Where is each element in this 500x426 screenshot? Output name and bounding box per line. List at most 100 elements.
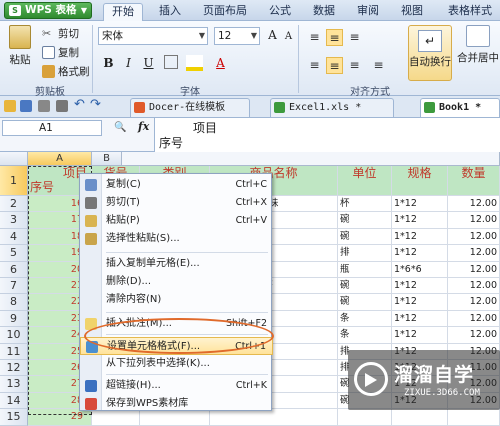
header-cell-quantity[interactable]: 数量 — [448, 166, 500, 196]
menu-item-8[interactable]: 插入批注(M)... Shift+F2 — [80, 315, 273, 333]
cell-quantity[interactable]: 12.00 — [448, 228, 500, 246]
name-box[interactable]: A1 — [2, 120, 102, 136]
cell-unit[interactable]: 碗 — [338, 228, 392, 246]
open-folder-icon[interactable] — [4, 100, 16, 112]
cell-spec[interactable]: 1*12 — [392, 310, 448, 328]
cell-quantity[interactable] — [448, 409, 500, 426]
tab-docer-templates[interactable]: Docer-在线模板 — [130, 98, 250, 117]
row-header[interactable]: 12 — [0, 360, 28, 377]
column-header-b[interactable]: B — [92, 152, 122, 166]
format-painter-button[interactable]: 格式刷 — [42, 64, 90, 79]
app-menu-button[interactable]: S WPS 表格 ▼ — [4, 2, 92, 19]
menu-item-9[interactable]: 设置单元格格式(F)... Ctrl+1 — [80, 337, 273, 355]
cell-spec[interactable]: 1*12 — [392, 212, 448, 229]
menu-item-2[interactable]: 剪切(T) Ctrl+X — [80, 194, 273, 212]
tab-excel1[interactable]: Excel1.xls * — [270, 98, 394, 117]
tab-view[interactable]: 视图 — [394, 3, 430, 21]
wrap-text-button[interactable]: ↵ 自动换行 — [408, 25, 452, 81]
cell-unit[interactable]: 排 — [338, 245, 392, 262]
menu-item-6[interactable]: 删除(D)... — [80, 273, 273, 291]
menu-item-5[interactable]: 插入复制单元格(E)... — [80, 255, 273, 273]
underline-button[interactable]: U — [140, 55, 157, 72]
tab-insert[interactable]: 插入 — [152, 3, 188, 21]
copy-button[interactable]: 复制 — [42, 45, 79, 60]
tab-review[interactable]: 审阅 — [350, 3, 386, 21]
row-header[interactable]: 15 — [0, 409, 28, 426]
font-size-select[interactable]: 12 ▼ — [214, 27, 260, 45]
menu-item-3[interactable]: 粘贴(P) Ctrl+V — [80, 212, 273, 230]
cell-spec[interactable]: 1*12 — [392, 278, 448, 295]
cell-quantity[interactable]: 12.00 — [448, 278, 500, 295]
align-top-icon[interactable]: ≡ — [306, 29, 323, 46]
cell-unit[interactable]: 瓶 — [338, 261, 392, 278]
cell-unit[interactable]: 杯 — [338, 196, 392, 213]
justify-icon[interactable]: ≡ — [370, 57, 387, 74]
row-header-1[interactable]: 1 — [0, 166, 28, 196]
cell-quantity[interactable]: 12.00 — [448, 245, 500, 262]
row-header[interactable]: 9 — [0, 310, 28, 328]
row-header[interactable]: 4 — [0, 228, 28, 246]
bold-button[interactable]: B — [100, 55, 117, 72]
tab-formulas[interactable]: 公式 — [262, 3, 298, 21]
undo-icon[interactable]: ↶ — [74, 97, 85, 112]
cell-unit[interactable]: 条 — [338, 327, 392, 344]
tab-page-layout[interactable]: 页面布局 — [194, 3, 256, 21]
save-icon[interactable] — [20, 100, 32, 112]
row-header[interactable]: 5 — [0, 245, 28, 262]
row-header[interactable]: 10 — [0, 327, 28, 344]
tab-home[interactable]: 开始 — [103, 3, 143, 21]
print-icon[interactable] — [38, 100, 50, 112]
cell-spec[interactable]: 1*12 — [392, 196, 448, 213]
cell-spec[interactable] — [392, 409, 448, 426]
row-header[interactable]: 8 — [0, 294, 28, 311]
tab-table-style[interactable]: 表格样式 — [440, 3, 500, 21]
cell-unit[interactable] — [338, 409, 392, 426]
function-icon[interactable]: fx — [138, 120, 149, 133]
cell-spec[interactable]: 1*12 — [392, 228, 448, 246]
print-preview-icon[interactable] — [56, 100, 68, 112]
align-left-icon[interactable]: ≡ — [306, 57, 323, 74]
menu-item-11[interactable]: 超链接(H)... Ctrl+K — [80, 377, 273, 395]
tab-data[interactable]: 数据 — [306, 3, 342, 21]
cell-spec[interactable]: 1*12 — [392, 294, 448, 311]
menu-item-10[interactable]: 从下拉列表中选择(K)... — [80, 355, 273, 373]
cell-quantity[interactable]: 12.00 — [448, 196, 500, 213]
cut-button[interactable]: ✂ 剪切 — [42, 26, 79, 41]
cell-spec[interactable]: 1*12 — [392, 245, 448, 262]
header-cell-unit[interactable]: 单位 — [338, 166, 392, 196]
cell-quantity[interactable]: 12.00 — [448, 310, 500, 328]
cell-quantity[interactable]: 12.00 — [448, 261, 500, 278]
align-center-icon[interactable]: ≡ — [326, 57, 343, 74]
menu-item-1[interactable]: 复制(C) Ctrl+C — [80, 176, 273, 194]
row-header[interactable]: 3 — [0, 212, 28, 229]
italic-button[interactable]: I — [120, 55, 137, 72]
header-cell-spec[interactable]: 规格 — [392, 166, 448, 196]
cell-unit[interactable]: 条 — [338, 310, 392, 328]
align-middle-icon[interactable]: ≡ — [326, 29, 343, 46]
font-color-icon[interactable]: A — [212, 55, 229, 72]
shrink-font-icon[interactable]: A — [280, 28, 297, 45]
tab-book1[interactable]: Book1 * — [420, 98, 500, 117]
cell-unit[interactable]: 碗 — [338, 278, 392, 295]
menu-item-7[interactable]: 清除内容(N) — [80, 291, 273, 309]
cell-unit[interactable]: 碗 — [338, 294, 392, 311]
menu-item-12[interactable]: 保存到WPS素材库 — [80, 395, 273, 413]
column-header-a[interactable]: A — [28, 152, 92, 166]
formula-input[interactable]: 项目 序号 — [154, 118, 500, 152]
cell-unit[interactable]: 碗 — [338, 212, 392, 229]
menu-item-4[interactable]: 选择性粘贴(S)... — [80, 230, 273, 248]
borders-icon[interactable] — [164, 55, 178, 69]
row-header[interactable]: 13 — [0, 376, 28, 393]
align-bottom-icon[interactable]: ≡ — [346, 29, 363, 46]
merge-center-button[interactable]: 合并居中 — [456, 25, 500, 65]
cell-spec[interactable]: 1*12 — [392, 327, 448, 344]
row-header[interactable]: 6 — [0, 261, 28, 278]
cell-spec[interactable]: 1*6*6 — [392, 261, 448, 278]
row-header[interactable]: 2 — [0, 196, 28, 213]
row-header[interactable]: 14 — [0, 392, 28, 410]
cell-quantity[interactable]: 12.00 — [448, 327, 500, 344]
select-all-corner[interactable] — [0, 152, 28, 166]
row-header[interactable]: 11 — [0, 343, 28, 360]
zoom-icon[interactable]: 🔍 — [114, 122, 126, 133]
paste-button[interactable]: 粘贴 — [6, 25, 34, 67]
